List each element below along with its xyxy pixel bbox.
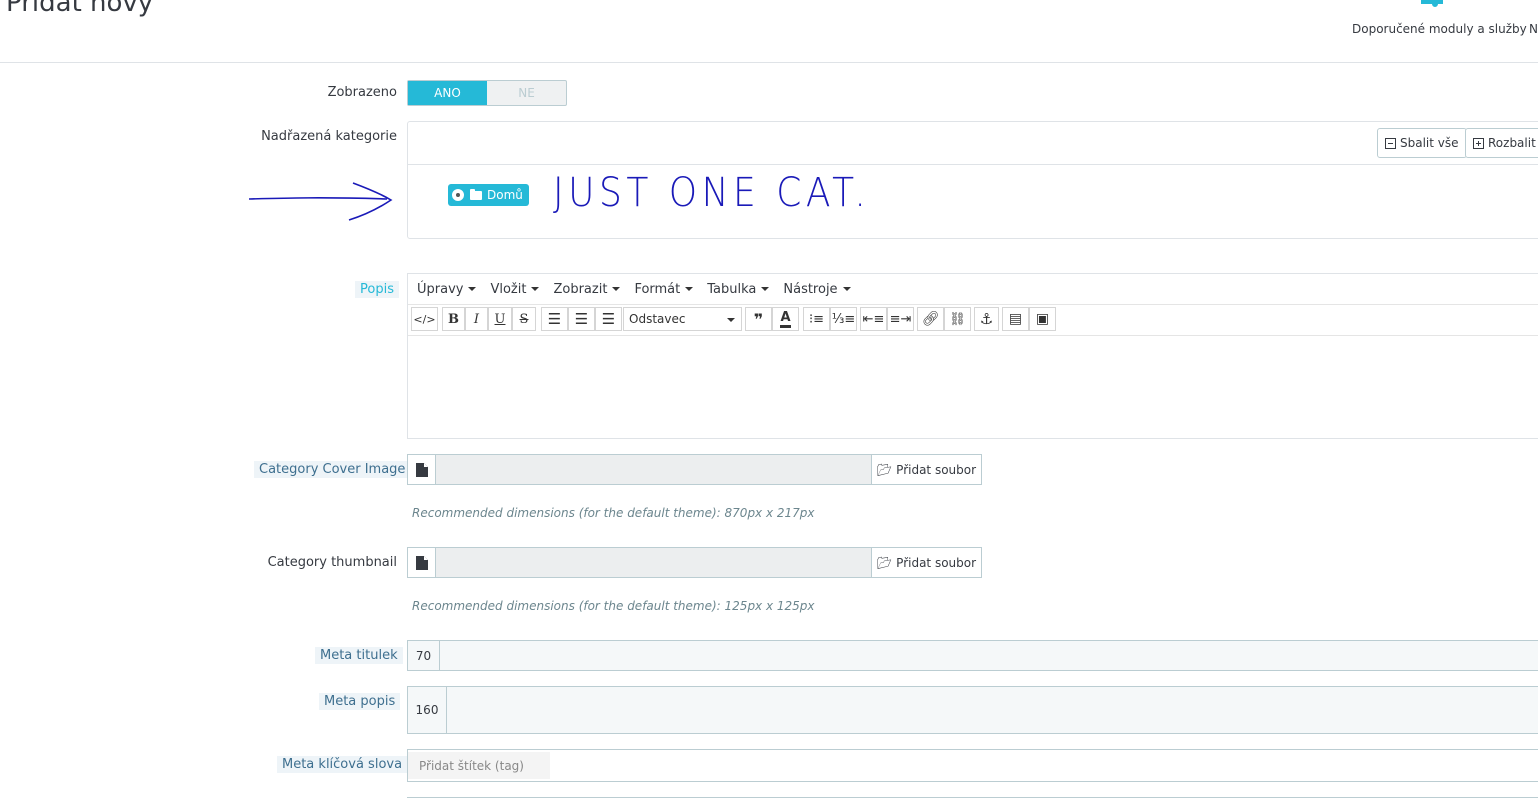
editor-content-area[interactable]	[408, 336, 1538, 438]
thumbnail-upload: 📂︎ Přidat soubor	[407, 547, 982, 578]
thumbnail-label: Category thumbnail	[267, 555, 397, 570]
category-tree-header: Sbalit vše Rozbalit v	[408, 122, 1538, 165]
header-divider	[0, 62, 1538, 63]
align-right-icon[interactable]: ☰	[595, 307, 622, 331]
displayed-yes-option[interactable]: ANO	[408, 81, 487, 105]
folder-icon	[470, 188, 482, 200]
tag-placeholder[interactable]: Přidat štítek (tag)	[408, 752, 550, 779]
expand-all-button[interactable]: Rozbalit v	[1465, 128, 1538, 158]
caret-down-icon	[842, 287, 851, 291]
unlink-icon[interactable]: ⛓︎	[944, 307, 971, 331]
meta-title-label: Meta titulek	[315, 647, 403, 664]
displayed-switch[interactable]: ANO NE	[407, 80, 567, 106]
collapse-all-label: Sbalit vše	[1400, 136, 1459, 150]
minus-square-icon	[1385, 137, 1396, 149]
caret-down-icon	[468, 287, 477, 291]
bold-icon[interactable]: B	[442, 307, 465, 331]
menu-table[interactable]: Tabulka	[707, 282, 770, 297]
tree-item-label: Domů	[487, 188, 523, 202]
plus-square-icon	[1473, 137, 1484, 149]
cover-image-hint: Recommended dimensions (for the default …	[412, 506, 815, 520]
next-link[interactable]: N	[1529, 22, 1538, 36]
meta-title-counter: 70	[408, 641, 440, 670]
source-code-icon[interactable]: </>	[411, 307, 438, 331]
text-color-icon[interactable]: A	[772, 307, 799, 331]
meta-title-input[interactable]: 70	[407, 640, 1538, 671]
outdent-icon[interactable]: ⇤≡	[860, 307, 887, 331]
align-center-icon[interactable]: ☰	[568, 307, 595, 331]
meta-description-label: Meta popis	[319, 693, 401, 710]
editor-toolbar: </> B I U S ☰ ☰ ☰ Odstavec ❞ A ⁝≡ ⅓≡ ⇤≡ …	[408, 304, 1538, 336]
image-icon[interactable]: ▣	[1029, 307, 1056, 331]
strikethrough-icon[interactable]: S	[512, 307, 536, 331]
cover-image-add-file-button[interactable]: 📂︎ Přidat soubor	[871, 454, 982, 485]
menu-tools[interactable]: Nástroje	[783, 282, 851, 297]
recommended-modules-link[interactable]: Doporučené moduly a služby	[1352, 22, 1527, 36]
menu-edit[interactable]: Úpravy	[417, 282, 477, 297]
thumbnail-filename-field[interactable]	[436, 547, 871, 578]
anchor-icon[interactable]: ⚓︎	[974, 307, 999, 331]
italic-icon[interactable]: I	[465, 307, 488, 331]
editor-menubar: Úpravy Vložit Zobrazit Formát Tabulka Ná…	[408, 274, 1538, 305]
folder-open-icon: 📂︎	[876, 462, 893, 477]
handwritten-annotation: JUST ONE CAT.	[553, 170, 871, 216]
folder-open-icon: 📂︎	[876, 555, 893, 570]
cover-image-label: Category Cover Image	[254, 461, 411, 478]
meta-description-counter: 160	[408, 687, 447, 733]
cover-image-filename-field[interactable]	[436, 454, 871, 485]
tree-item-home[interactable]: Domů	[448, 184, 529, 206]
annotation-arrow	[248, 182, 393, 221]
blockquote-icon[interactable]: ❞	[745, 307, 772, 331]
meta-description-input[interactable]: 160	[407, 686, 1538, 734]
puzzle-icon[interactable]	[1418, 0, 1448, 10]
caret-down-icon	[685, 287, 694, 291]
file-icon	[407, 547, 436, 578]
radio-icon[interactable]	[452, 189, 464, 201]
displayed-no-option[interactable]: NE	[487, 81, 566, 105]
block-format-select[interactable]: Odstavec	[623, 307, 742, 331]
description-label: Popis	[355, 281, 399, 298]
displayed-label: Zobrazeno	[327, 85, 397, 100]
numbered-list-icon[interactable]: ⅓≡	[830, 307, 857, 331]
thumbnail-hint: Recommended dimensions (for the default …	[412, 599, 815, 613]
link-icon[interactable]: 🔗︎	[917, 307, 944, 331]
parent-category-label: Nadřazená kategorie	[261, 129, 397, 144]
file-icon	[407, 454, 436, 485]
caret-down-icon	[531, 287, 540, 291]
caret-down-icon	[612, 287, 621, 291]
media-icon[interactable]: ▤	[1002, 307, 1029, 331]
thumbnail-add-file-button[interactable]: 📂︎ Přidat soubor	[871, 547, 982, 578]
caret-down-icon	[727, 318, 735, 322]
menu-format[interactable]: Formát	[634, 282, 694, 297]
collapse-all-button[interactable]: Sbalit vše	[1377, 128, 1467, 158]
underline-icon[interactable]: U	[488, 307, 512, 331]
cover-image-upload: 📂︎ Přidat soubor	[407, 454, 982, 485]
caret-down-icon	[761, 287, 770, 291]
meta-keywords-label: Meta klíčová slova	[277, 756, 408, 773]
expand-all-label: Rozbalit v	[1488, 136, 1538, 150]
align-left-icon[interactable]: ☰	[541, 307, 568, 331]
divider	[407, 797, 1538, 798]
bullet-list-icon[interactable]: ⁝≡	[803, 307, 830, 331]
description-editor: Úpravy Vložit Zobrazit Formát Tabulka Ná…	[407, 273, 1538, 439]
menu-view[interactable]: Zobrazit	[553, 282, 621, 297]
indent-icon[interactable]: ≡⇥	[887, 307, 914, 331]
page-title: Přidat nový	[6, 0, 154, 18]
meta-keywords-input[interactable]: Přidat štítek (tag)	[407, 749, 1538, 782]
menu-insert[interactable]: Vložit	[490, 282, 540, 297]
